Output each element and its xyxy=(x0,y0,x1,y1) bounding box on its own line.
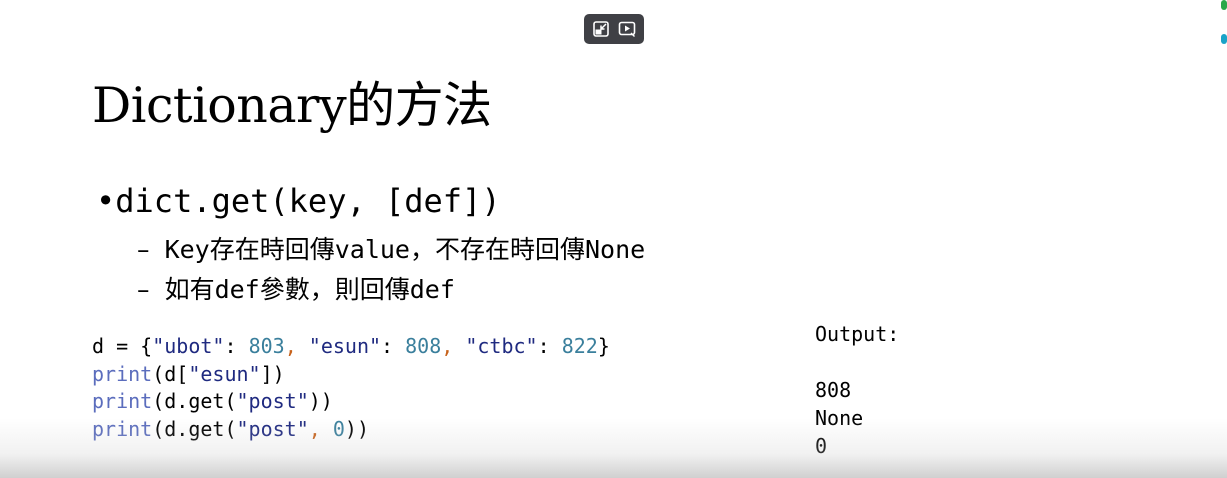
play-pip-button[interactable] xyxy=(616,18,638,40)
bullet-dict-get: •dict.get(key, [def]) xyxy=(96,182,501,220)
code-line-3: print(d.get("post")) xyxy=(92,389,333,413)
subpoint-text: Key存在時回傳value，不存在時回傳None xyxy=(164,235,646,264)
bullet-marker: • xyxy=(96,182,116,220)
play-pip-icon xyxy=(618,21,636,37)
edge-accent-bottom xyxy=(1221,34,1227,44)
code-line-2: print(d["esun"]) xyxy=(92,361,285,386)
slide-title: Dictionary的方法 xyxy=(92,77,492,134)
edge-accent-top xyxy=(1221,0,1227,10)
code-block: d = {"ubot": 803, "esun": 808, "ctbc": 8… xyxy=(92,333,610,443)
dash-marker: – xyxy=(137,235,150,264)
output-line: None xyxy=(815,406,864,430)
output-line: 0 xyxy=(815,434,828,458)
output-label: Output: xyxy=(815,322,900,346)
output-block: Output: 808 None 0 xyxy=(815,320,899,460)
subpoint-2: – 如有def參數，則回傳def xyxy=(137,270,455,306)
output-line: 808 xyxy=(815,378,852,402)
code-line-1: d = {"ubot": 803, "esun": 808, "ctbc": 8… xyxy=(92,334,610,358)
subpoint-text: 如有def參數，則回傳def xyxy=(164,275,455,304)
pip-toolbar xyxy=(584,14,644,44)
code-line-4: print(d.get("post", 0)) xyxy=(92,416,369,441)
dash-marker: – xyxy=(137,275,150,304)
slide-canvas: Dictionary的方法 •dict.get(key, [def]) – Ke… xyxy=(0,0,1227,478)
subpoint-1: – Key存在時回傳value，不存在時回傳None xyxy=(137,230,645,266)
exit-pip-icon xyxy=(593,21,609,37)
exit-pip-button[interactable] xyxy=(590,18,612,40)
bullet-text: dict.get(key, [def]) xyxy=(115,182,501,220)
